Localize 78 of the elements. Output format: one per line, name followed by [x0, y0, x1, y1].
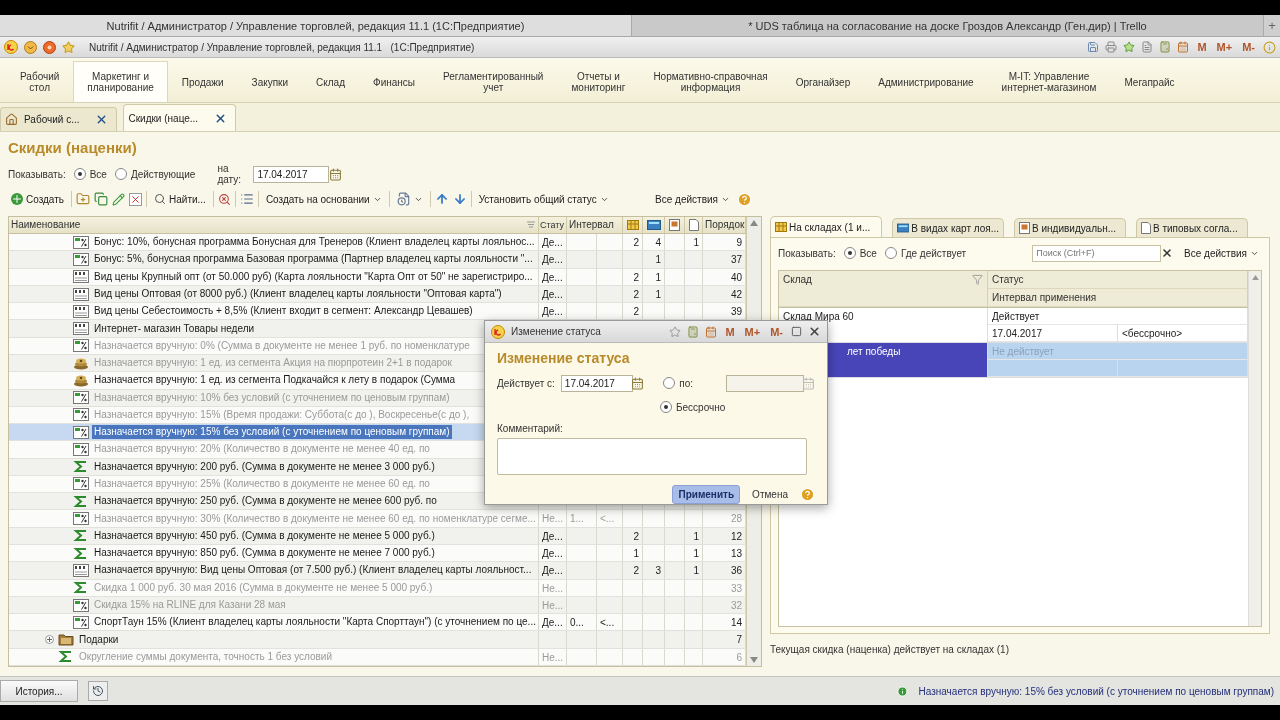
tab-label: В индивидуальн... [1032, 222, 1117, 234]
table-cell: Де... [539, 303, 567, 320]
tab-label: В видах карт лоя... [911, 222, 999, 234]
table-cell: Де... [539, 614, 567, 631]
discount-name: Бонус: 10%, бонусная программа Бонусная для Тренеров (Клиент владелец карты лояльнос... [93, 235, 536, 250]
table-cell: 1 [643, 268, 665, 285]
table-cell: 1 [685, 544, 703, 562]
table-cell: 4 [643, 233, 665, 251]
group-name: Подарки [78, 632, 120, 647]
table-cell: 2 [623, 233, 643, 251]
dialog-title: Изменение статуса [511, 326, 602, 337]
discount-name: Назначается вручную: 1 ед. из сегмента Подкачайся к лету в подарок (Сумма [93, 373, 457, 388]
discount-name: Назначается вручную: 200 руб. (Сумма в документе не менее 3 000 руб.) [93, 459, 436, 474]
table-cell: <... [597, 510, 623, 527]
table-cell: Не... [539, 648, 567, 666]
discount-name: Назначается вручную: Вид цены Оптовая (от 7.500 руб.) (Клиент владелец карты лояльност... [93, 563, 533, 578]
table-cell: Де... [539, 562, 567, 579]
discount-name: Назначается вручную: 25% (Количество в документе не менее 60 ед. по [93, 476, 431, 491]
table-cell: Де... [539, 285, 567, 303]
table-cell: 2 [623, 268, 643, 285]
tab-label: На складах (1 и... [789, 221, 871, 233]
tab-label: Скидки (наце... [128, 112, 199, 124]
discount-name: Вид цены Крупный опт (от 50.000 руб) (Карта лояльности "Карта Опт от 50" не зарегистриро... [93, 269, 534, 284]
from-label: Действует с: [497, 377, 555, 389]
table-cell: 1 [685, 562, 703, 579]
table-cell: Де... [539, 251, 567, 268]
table-cell: 2 [623, 303, 643, 320]
status-message: Назначается вручную: 15% без условий (с уточнением по ценовым группам) [918, 685, 1274, 697]
discount-name: Назначается вручную: 0% (Сумма в документе не менее 1 руб. по номенклатуре [93, 338, 471, 353]
table-cell: 3 [643, 562, 665, 579]
discount-name: Назначается вручную: 15% (Время продажи: Суббота(с до ), Воскресенье(с до ), [93, 407, 471, 422]
discount-name: Вид цены Себестоимость + 8,5% (Клиент входит в сегмент: Александр Цевашев) [93, 304, 474, 319]
discount-name: Скидка 15% на RLINE для Казани 28 мая [93, 598, 287, 612]
discount-name: Назначается вручную: 10% без условий (с уточнением по ценовым группам) [93, 390, 451, 405]
discount-name: Назначается вручную: 15% без условий (с уточнением по ценовым группам) [92, 425, 452, 440]
discount-name: Назначается вручную: 1 ед. из сегмента Акция на пюрпротеин 2+1 в подарок [93, 356, 453, 371]
table-cell: 2 [623, 527, 643, 544]
date-label: на дату: [217, 163, 243, 185]
date-text: 17.04.2017 [992, 328, 1043, 339]
table-cell: 1 [685, 233, 703, 251]
discount-name: Назначается вручную: 450 руб. (Сумма в документе не менее 5 000 руб.) [93, 528, 436, 543]
table-cell: 2 [623, 285, 643, 303]
discount-name: Назначается вручную: 30% (Количество в документе не менее 60 ед. по номенклатуре сегме... [93, 511, 537, 526]
table-cell: 2 [623, 562, 643, 579]
discount-name: Скидка 1 000 руб. 30 мая 2016 (Сумма в документе не менее 5 000 руб.) [93, 580, 434, 595]
table-cell: Де... [539, 233, 567, 251]
table-cell: 1 [643, 285, 665, 303]
tab-label: В типовых согла... [1153, 222, 1238, 234]
footer-text: Текущая скидка (наценка) действует на складах (1) [770, 644, 1010, 655]
table-cell: 1 [643, 251, 665, 268]
table-cell: Де... [539, 527, 567, 544]
table-cell: Де... [539, 544, 567, 562]
table-cell: 1... [567, 510, 597, 527]
comment-label: Комментарий: [497, 423, 564, 434]
table-cell: Де... [539, 268, 567, 285]
discount-name: Бонус: 5%, бонусная программа Базовая программа (Партнер владелец карты лояльности "... [93, 252, 534, 267]
warehouse-name: лет победы [847, 346, 901, 357]
table-cell: Не... [539, 596, 567, 614]
form-title: Скидки (наценки) [8, 138, 138, 158]
status-text: Действует [992, 311, 1040, 322]
tab-label: Рабочий с... [24, 114, 80, 125]
table-cell: Не... [539, 579, 567, 596]
table-cell: 0... [567, 614, 597, 631]
discount-name: Округление суммы документа, точность 1 без условий [78, 649, 333, 664]
table-cell: 1 [623, 544, 643, 562]
filter-label: Показывать: [778, 247, 836, 259]
window-title: Nutrifit / Администратор / Управление торговлей, редакция 11.1 (1С:Предприятие) [89, 41, 476, 53]
filter-label: Показывать: [8, 168, 66, 180]
discount-name: Назначается вручную: 250 руб. (Сумма в документе не менее 600 руб. по [93, 494, 438, 509]
table-cell: 1 [685, 527, 703, 544]
discount-name: Назначается вручную: 20% (Количество в документе не менее 40 ед. по [93, 442, 431, 457]
date-text: <бессрочно> [1122, 328, 1183, 339]
discount-name: Интернет- магазин Товары недели [93, 321, 256, 336]
discount-name: Назначается вручную: 850 руб. (Сумма в документе не менее 7 000 руб.) [93, 546, 436, 561]
table-cell: <... [597, 614, 623, 631]
discount-name: Вид цены Оптовая (от 8000 руб.) (Клиент владелец карты лояльности "Оптовая карта") [93, 287, 503, 301]
discount-name: СпортТаун 15% (Клиент владелец карты лояльности "Карта Спорттаун") (с уточнением по це... [93, 615, 537, 630]
table-cell: Не... [539, 510, 567, 527]
